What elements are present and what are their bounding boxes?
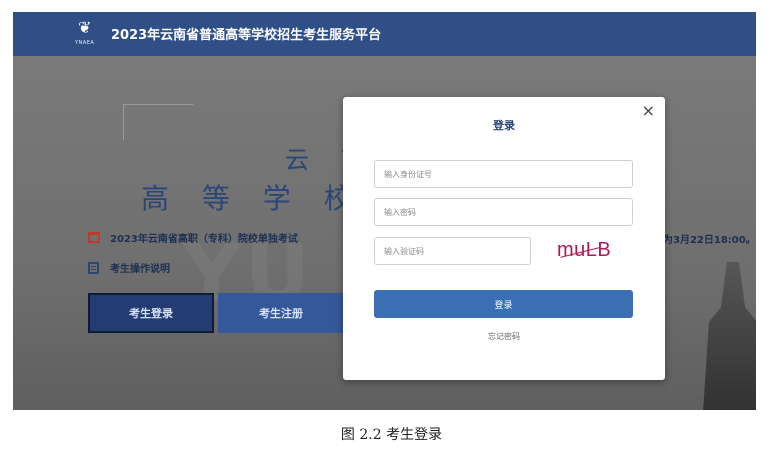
login-submit-button[interactable]: 登录	[374, 290, 633, 318]
id-number-input[interactable]	[374, 160, 633, 188]
logo-mark: ❦	[78, 18, 92, 37]
decorative-frame	[123, 104, 193, 140]
candidate-guide-label: 考生操作说明	[110, 264, 170, 275]
yunnan-exam-logo-icon[interactable]: ❦ YNAEA	[75, 18, 99, 48]
exam-notice[interactable]: 2023年云南省高职（专科）院校单独考试	[88, 230, 298, 245]
captcha-input[interactable]	[374, 237, 531, 265]
password-input[interactable]	[374, 198, 633, 226]
exam-notice-text: 2023年云南省高职（专科）院校单独考试	[110, 234, 298, 245]
document-icon	[88, 261, 99, 274]
figure-caption: 图 2.2 考生登录	[340, 427, 443, 443]
candidate-guide-link[interactable]: 考生操作说明	[88, 260, 170, 275]
candidate-register-button[interactable]: 考生注册	[218, 293, 344, 333]
app-title: 2023年云南省普通高等学校招生考生服务平台	[111, 28, 382, 43]
logo-subtext: YNAEA	[75, 40, 95, 46]
forgot-password-link[interactable]: 忘记密码	[343, 331, 665, 342]
modal-title: 登录	[493, 119, 515, 132]
candidate-login-button[interactable]: 考生登录	[88, 293, 214, 333]
calendar-icon	[88, 232, 100, 243]
login-modal: × 登录 muLB 登录 忘记密码	[343, 97, 665, 380]
screenshot-frame: ❦ YNAEA 2023年云南省普通高等学校招生考生服务平台 YU 云 南 高 …	[13, 12, 756, 410]
exam-notice-deadline-text: 间为3月22日18:00。	[653, 235, 756, 246]
top-header-bar: ❦ YNAEA 2023年云南省普通高等学校招生考生服务平台	[13, 12, 756, 56]
